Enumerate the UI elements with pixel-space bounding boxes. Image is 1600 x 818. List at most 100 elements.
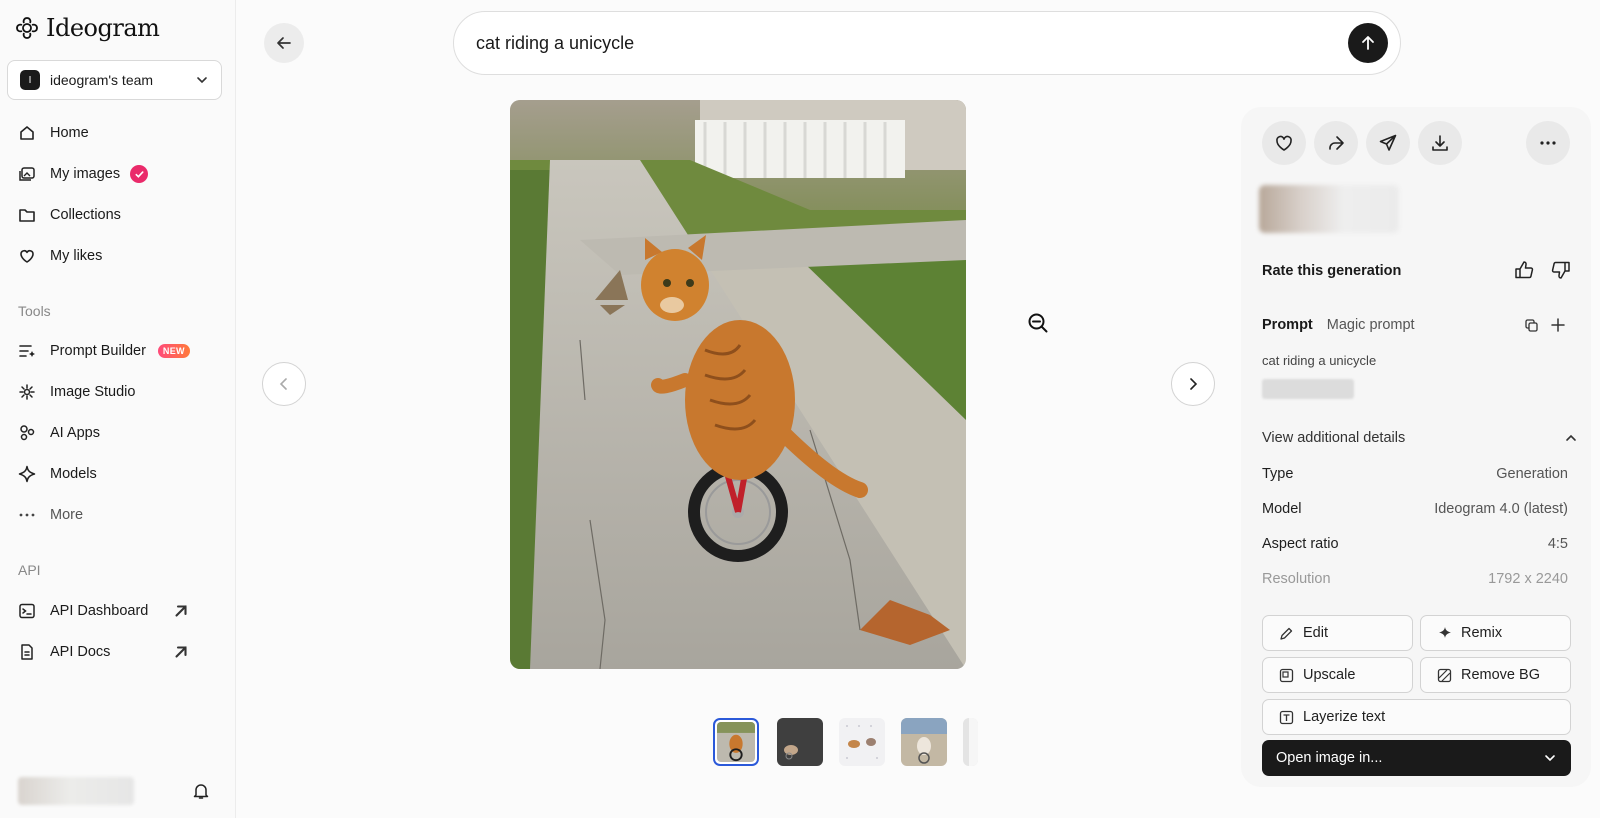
copy-icon[interactable]: [1524, 318, 1539, 333]
team-selector[interactable]: I ideogram's team: [7, 60, 222, 100]
cat-unicycle-image: [510, 100, 966, 669]
tab-magic-prompt[interactable]: Magic prompt: [1327, 317, 1415, 333]
thumbnail-4[interactable]: [901, 718, 947, 766]
studio-icon: [19, 384, 35, 400]
thumbnail-5[interactable]: [963, 718, 978, 766]
additional-details-toggle[interactable]: View additional details: [1262, 430, 1578, 446]
external-link-icon: [175, 605, 187, 617]
arrow-up-icon: [1362, 36, 1374, 50]
detail-value: Ideogram 4.0 (latest): [1434, 501, 1568, 517]
generate-button[interactable]: [1348, 23, 1388, 63]
thumbnail-1[interactable]: [713, 718, 759, 766]
thumbnail-image: [901, 718, 947, 766]
sidebar-item-home[interactable]: Home: [18, 121, 218, 145]
detail-value: 1792 x 2240: [1488, 571, 1568, 587]
back-button[interactable]: [264, 23, 304, 63]
open-image-in-button[interactable]: Open image in...: [1262, 740, 1571, 776]
zoom-out-icon[interactable]: [1027, 312, 1049, 334]
previous-image-button[interactable]: [262, 362, 306, 406]
terminal-icon: [19, 603, 35, 619]
docs-icon: [21, 644, 33, 660]
detail-key: Model: [1262, 501, 1302, 517]
sidebar-item-more[interactable]: More: [18, 503, 218, 527]
ideogram-logo-icon: [16, 17, 38, 39]
detail-row-type: Type Generation: [1262, 466, 1568, 482]
layerize-text-button[interactable]: Layerize text: [1262, 699, 1571, 735]
detail-row-aspect-ratio: Aspect ratio 4:5: [1262, 536, 1568, 552]
sidebar-item-api-docs[interactable]: API Docs: [18, 640, 218, 664]
details-toggle-label: View additional details: [1262, 430, 1406, 446]
rate-label: Rate this generation: [1262, 263, 1402, 279]
prompt-builder-icon: [19, 345, 35, 357]
paper-plane-icon: [1379, 134, 1397, 151]
bell-icon[interactable]: [192, 782, 210, 800]
more-options-button[interactable]: [1526, 121, 1570, 165]
tools-section-label: Tools: [18, 303, 51, 319]
sparkle-icon: [1439, 626, 1451, 638]
layerize-label: Layerize text: [1303, 709, 1386, 725]
details-panel: Rate this generation Prompt Magic prompt…: [1241, 107, 1591, 787]
sidebar-item-label: More: [50, 507, 84, 523]
sidebar-item-models[interactable]: Models: [18, 462, 218, 486]
remove-bg-icon: [1437, 668, 1452, 682]
folder-icon: [19, 209, 35, 222]
remove-bg-label: Remove BG: [1461, 667, 1540, 683]
team-name: ideogram's team: [50, 72, 154, 88]
more-dots-icon: [1540, 141, 1556, 145]
layerize-icon: [1279, 710, 1294, 724]
sidebar-item-collections[interactable]: Collections: [18, 203, 218, 227]
send-button[interactable]: [1366, 121, 1410, 165]
sidebar-item-ai-apps[interactable]: AI Apps: [18, 421, 218, 445]
sidebar-item-label: API Dashboard: [50, 603, 149, 619]
share-arrow-icon: [1329, 136, 1344, 150]
sidebar-item-label: Prompt Builder: [50, 343, 146, 359]
logo-text: Ideogram: [46, 14, 160, 42]
thumbnail-image: [777, 718, 823, 766]
more-dots-icon: [19, 513, 35, 517]
upscale-button[interactable]: Upscale: [1262, 657, 1413, 693]
heart-icon: [20, 250, 34, 263]
next-image-button[interactable]: [1171, 362, 1215, 406]
edit-button[interactable]: Edit: [1262, 615, 1413, 651]
tab-prompt[interactable]: Prompt: [1262, 317, 1313, 333]
thumbnail-3[interactable]: [839, 718, 885, 766]
prompt-search-bar: [453, 11, 1401, 75]
upscale-label: Upscale: [1303, 667, 1356, 683]
author-info[interactable]: [1259, 185, 1399, 233]
detail-value: 4:5: [1547, 536, 1568, 552]
edit-icon: [1280, 627, 1293, 640]
remove-bg-button[interactable]: Remove BG: [1420, 657, 1571, 693]
thumbs-down-icon[interactable]: [1550, 259, 1572, 281]
images-icon: [19, 167, 35, 181]
arrow-left-icon: [277, 37, 291, 49]
thumbnail-2[interactable]: [777, 718, 823, 766]
team-badge: I: [20, 70, 40, 90]
sidebar-item-my-likes[interactable]: My likes: [18, 244, 218, 268]
detail-value: Generation: [1496, 466, 1568, 482]
chevron-left-icon: [279, 378, 287, 390]
sidebar-item-prompt-builder[interactable]: Prompt Builder NEW: [18, 339, 218, 363]
user-avatar[interactable]: [18, 777, 134, 805]
sparkle-icon: [18, 465, 36, 483]
prompt-tabs: Prompt Magic prompt: [1262, 317, 1415, 333]
plus-icon[interactable]: [1550, 317, 1566, 333]
sidebar-item-label: AI Apps: [50, 425, 100, 441]
sidebar-item-image-studio[interactable]: Image Studio: [18, 380, 218, 404]
download-button[interactable]: [1418, 121, 1462, 165]
sidebar-item-label: My likes: [50, 248, 103, 264]
sidebar-item-api-dashboard[interactable]: API Dashboard: [18, 599, 218, 623]
generated-image[interactable]: [510, 100, 966, 669]
share-button[interactable]: [1314, 121, 1358, 165]
thumbnail-image: [963, 718, 978, 766]
thumbnail-image: [717, 722, 755, 762]
sidebar: Ideogram I ideogram's team Home My image…: [0, 0, 236, 818]
detail-row-model: Model Ideogram 4.0 (latest): [1262, 501, 1568, 517]
logo[interactable]: Ideogram: [14, 14, 160, 42]
prompt-blurred-content: [1262, 379, 1354, 399]
prompt-input[interactable]: [476, 32, 1348, 54]
remix-button[interactable]: Remix: [1420, 615, 1571, 651]
edit-label: Edit: [1303, 625, 1328, 641]
like-button[interactable]: [1262, 121, 1306, 165]
sidebar-item-my-images[interactable]: My images: [18, 162, 218, 186]
thumbs-up-icon[interactable]: [1513, 259, 1535, 281]
